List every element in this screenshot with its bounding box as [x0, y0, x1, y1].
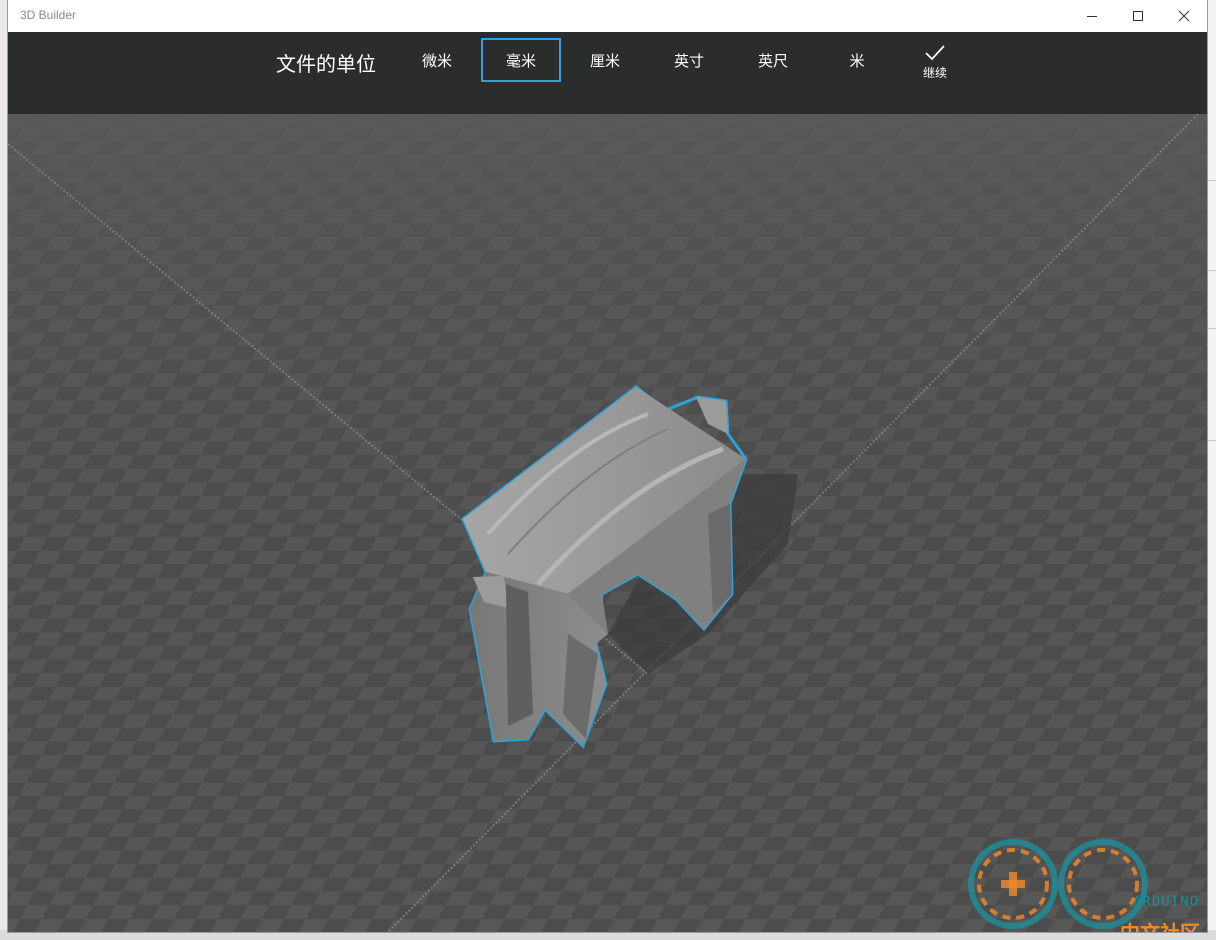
unit-option-label: 英寸	[673, 51, 704, 70]
window-title: 3D Builder	[20, 8, 77, 22]
close-button[interactable]	[1161, 0, 1207, 32]
title-bar: 3D Builder	[8, 0, 1207, 32]
unit-option-label: 米	[849, 51, 865, 70]
continue-button[interactable]: 继续	[908, 44, 962, 94]
unit-option-millimeter[interactable]: 毫米	[481, 38, 561, 82]
unit-option-centimeter[interactable]: 厘米	[565, 38, 645, 82]
background-divider	[1208, 180, 1216, 181]
watermark-brand: ARDUINO	[1133, 894, 1200, 910]
background-divider	[1208, 328, 1216, 329]
unit-picker-toolbar: 文件的单位 微米 毫米 厘米 英寸 英尺 米 继续	[8, 32, 1207, 114]
continue-label: 继续	[922, 66, 947, 80]
unit-option-micrometer[interactable]: 微米	[397, 38, 477, 82]
viewport-scene	[8, 114, 1207, 932]
3d-viewport[interactable]: ARDUINO 中文社区	[8, 114, 1207, 932]
minimize-icon	[1087, 16, 1097, 17]
unit-option-meter[interactable]: 米	[817, 38, 897, 82]
watermark-sub: 中文社区	[1120, 917, 1200, 932]
background-app-edge	[1207, 0, 1216, 940]
minimize-button[interactable]	[1069, 0, 1115, 32]
app-window: 3D Builder 文件的单位 微米 毫米 厘米 英寸 英尺 米 继续 ARD…	[8, 0, 1207, 932]
unit-option-label: 微米	[421, 51, 452, 70]
maximize-button[interactable]	[1115, 0, 1161, 32]
close-icon	[1178, 10, 1190, 22]
unit-option-foot[interactable]: 英尺	[733, 38, 813, 82]
maximize-icon	[1133, 11, 1143, 21]
unit-option-label: 英尺	[757, 51, 788, 70]
background-divider	[1208, 440, 1216, 441]
unit-option-inch[interactable]: 英寸	[649, 38, 729, 82]
unit-option-label: 厘米	[589, 51, 620, 70]
unit-option-label: 毫米	[505, 51, 536, 70]
background-divider	[1208, 270, 1216, 271]
checkmark-icon	[925, 45, 945, 61]
unit-picker-label: 文件的单位	[276, 52, 376, 76]
